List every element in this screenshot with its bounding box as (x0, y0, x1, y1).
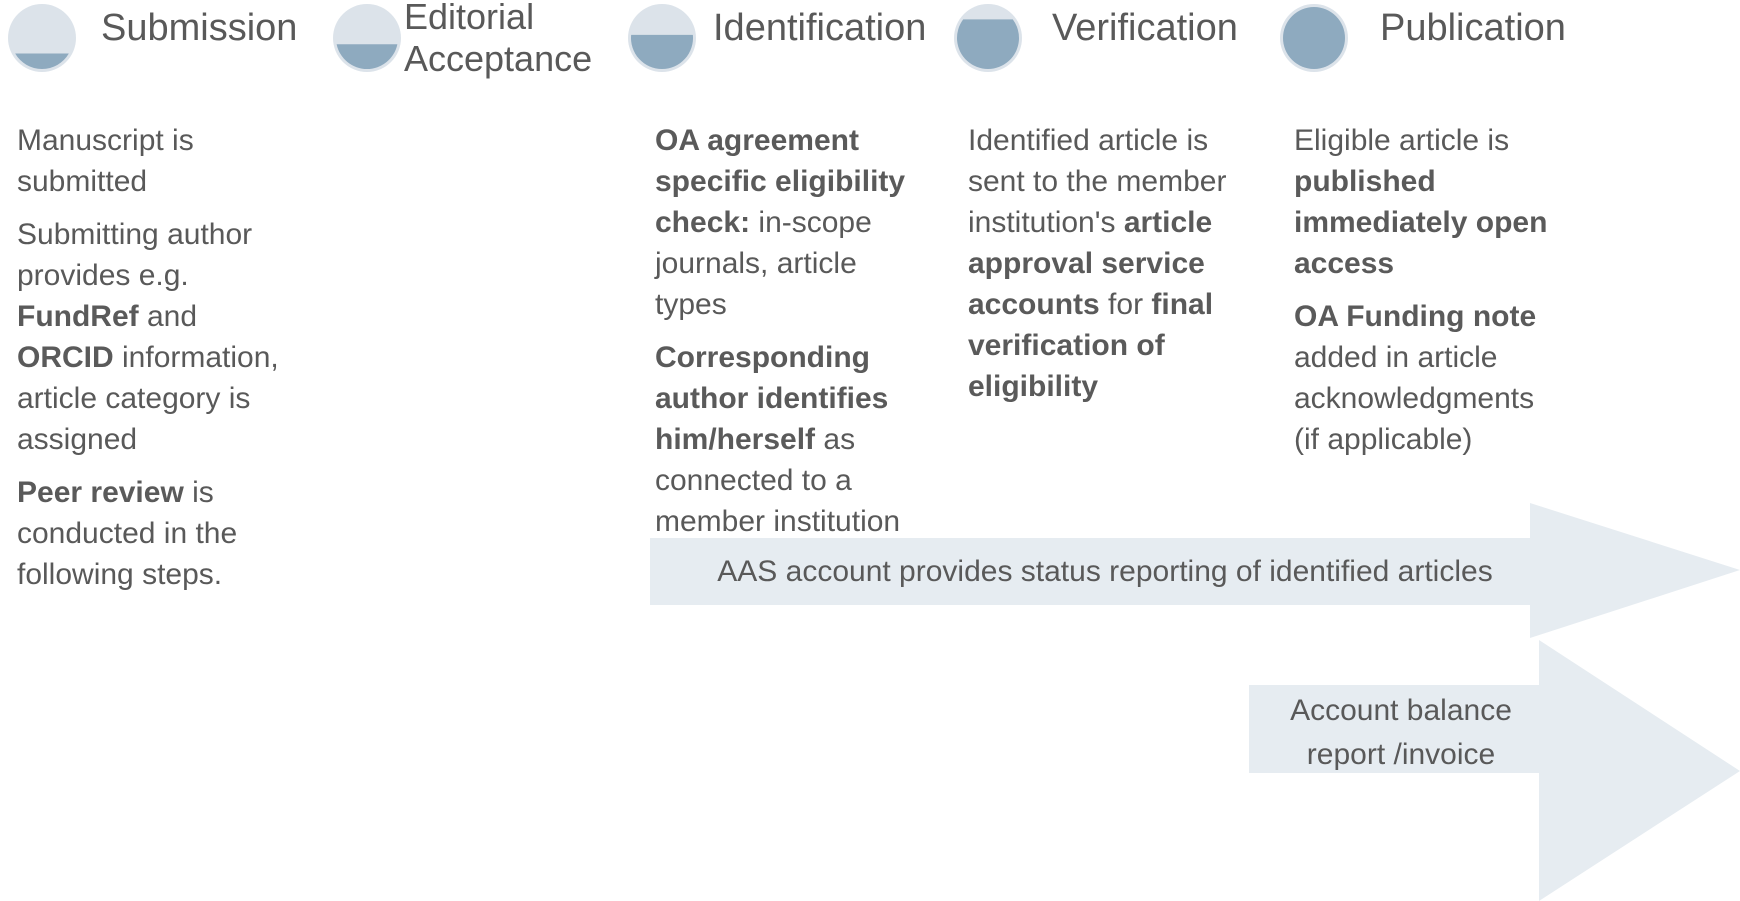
emphasis-text: Peer review (17, 476, 184, 509)
verification-text: Identified article is sent to the member… (968, 120, 1243, 407)
publication-details: Eligible article is published immediatel… (1294, 120, 1556, 472)
stage-title-line: Editorial (404, 0, 535, 37)
stage-title-verification: Verification (1052, 7, 1238, 49)
balance-label-line: Account balance (1290, 694, 1512, 727)
submission-details: Manuscript is submitted Submitting autho… (17, 120, 302, 607)
identification-details: OA agreement specific eligibility check:… (655, 120, 930, 554)
stage-progress-circle-identification (628, 4, 696, 72)
stage-progress-fill (336, 44, 398, 69)
emphasis-text: OA Funding note (1294, 300, 1537, 333)
text-run: Submitting author provides e.g. (17, 218, 253, 292)
balance-label-line: report /invoice (1306, 738, 1496, 771)
text-run: added in article acknowledgments (if app… (1294, 341, 1535, 456)
emphasis-text: ORCID (17, 341, 114, 374)
stage-title-editorial-acceptance: Editorial Acceptance (404, 0, 592, 80)
peer-review-text: Peer review is conducted in the followin… (17, 472, 302, 595)
submission-step-text: Manuscript is submitted (17, 124, 194, 198)
stage-title-line: Acceptance (404, 38, 593, 79)
stage-progress-circle-editorial (333, 4, 401, 72)
submission-author-text: Submitting author provides e.g. FundRef … (17, 214, 302, 460)
stage-progress-circle-submission (8, 4, 76, 72)
stage-progress-circle-verification (954, 4, 1022, 72)
balance-report-label: Account balance report /invoice (1262, 689, 1540, 777)
verification-details: Identified article is sent to the member… (968, 120, 1243, 419)
text-run: and (138, 300, 198, 333)
text-run: Eligible article is (1294, 124, 1510, 157)
eligibility-check-text: OA agreement specific eligibility check:… (655, 120, 930, 325)
workflow-diagram: Submission Editorial Acceptance Identifi… (0, 0, 1740, 901)
publication-text: Eligible article is published immediatel… (1294, 120, 1556, 284)
stage-title-identification: Identification (713, 7, 927, 49)
text-run: for (1099, 288, 1152, 321)
funding-note-text: OA Funding note added in article acknowl… (1294, 296, 1556, 460)
stage-progress-fill (15, 53, 69, 69)
emphasis-text: FundRef (17, 300, 139, 333)
stage-progress-fill (1283, 7, 1345, 69)
stage-title-submission: Submission (101, 7, 298, 49)
stage-progress-circle-publication (1280, 4, 1348, 72)
stage-title-publication: Publication (1380, 7, 1566, 49)
emphasis-text: published immediately open access (1294, 165, 1548, 280)
status-report-label: AAS account provides status reporting of… (717, 555, 1493, 588)
